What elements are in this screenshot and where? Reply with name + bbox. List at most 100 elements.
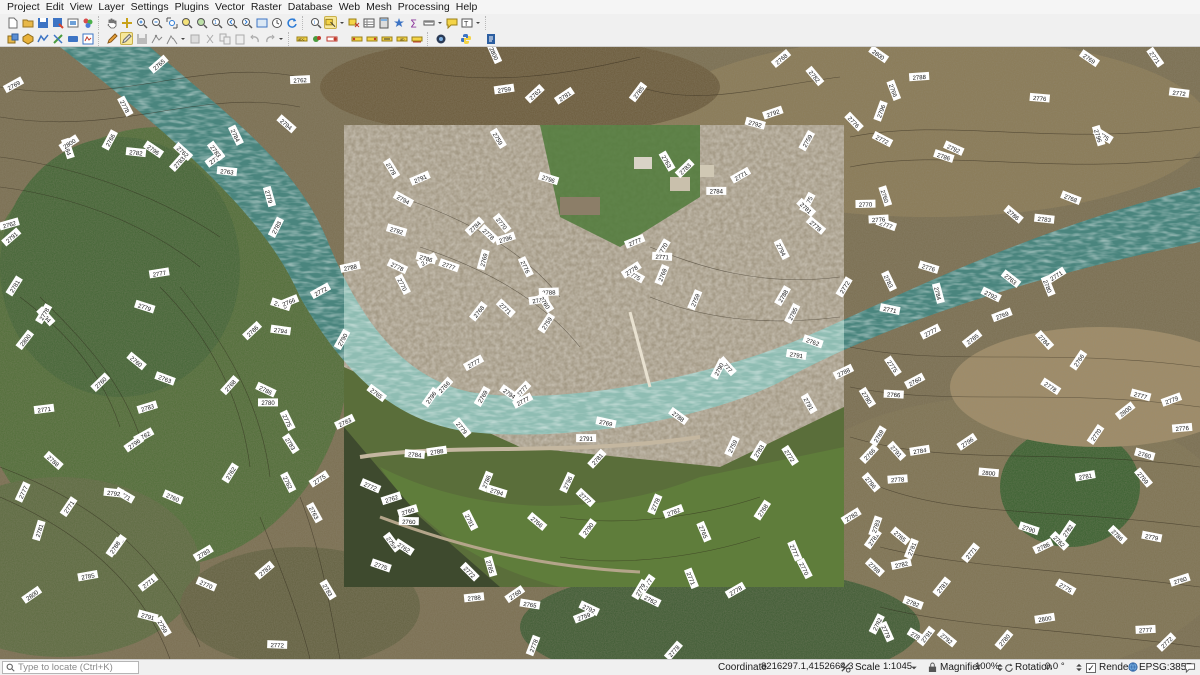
zoom-full-icon[interactable]	[165, 16, 178, 29]
label-show-icon[interactable]	[325, 32, 338, 45]
menu-mesh[interactable]: Mesh	[363, 0, 395, 14]
messages-icon[interactable]	[1184, 662, 1196, 675]
style-manager-icon[interactable]	[81, 16, 94, 29]
label-change-icon[interactable]	[380, 32, 393, 45]
delete-selected-icon[interactable]	[188, 32, 201, 45]
new-shapefile-icon[interactable]	[36, 32, 49, 45]
text-annotation-icon[interactable]: T	[460, 16, 473, 29]
menu-database[interactable]: Database	[285, 0, 336, 14]
zoom-selection-icon[interactable]	[180, 16, 193, 29]
add-point-icon[interactable]	[150, 32, 163, 45]
new-geopackage-icon[interactable]	[21, 32, 34, 45]
pan-to-selection-icon[interactable]	[120, 16, 133, 29]
contour-label: 2780	[258, 398, 278, 407]
locator-input[interactable]	[18, 662, 136, 673]
measure-icon[interactable]	[422, 16, 435, 29]
save-as-icon[interactable]	[51, 16, 64, 29]
label-highlight-icon[interactable]	[410, 32, 423, 45]
menu-help[interactable]: Help	[453, 0, 481, 14]
sum-icon[interactable]: Σ	[407, 16, 420, 29]
annotation-icon[interactable]	[445, 16, 458, 29]
undo-icon[interactable]	[248, 32, 261, 45]
cut-icon[interactable]	[203, 32, 216, 45]
statistics-icon[interactable]	[392, 16, 405, 29]
gps-icon[interactable]	[434, 32, 447, 45]
spinner-icon[interactable]	[997, 662, 1003, 675]
vertex-tool-icon[interactable]	[165, 32, 178, 45]
scale-lock-icon[interactable]	[840, 662, 851, 673]
chevron-down-icon[interactable]	[278, 32, 284, 45]
open-attribute-table-icon[interactable]	[362, 16, 375, 29]
contour-label-text: 2800	[982, 471, 996, 478]
select-feature-icon[interactable]	[324, 16, 337, 29]
crs-globe-icon[interactable]	[1128, 662, 1138, 675]
field-calculator-icon[interactable]	[377, 16, 390, 29]
temporal-icon[interactable]	[270, 16, 283, 29]
zoom-next-icon[interactable]	[240, 16, 253, 29]
new-temp-layer-icon[interactable]	[51, 32, 64, 45]
svg-text:T: T	[464, 21, 469, 28]
locator-bar[interactable]	[2, 661, 139, 674]
data-source-manager-icon[interactable]	[6, 32, 19, 45]
label-icon[interactable]: abc	[295, 32, 308, 45]
contour-label: 2771	[651, 251, 673, 261]
chevron-down-icon[interactable]	[437, 16, 443, 29]
menu-raster[interactable]: Raster	[248, 0, 285, 14]
label-move-icon[interactable]	[350, 32, 363, 45]
paste-icon[interactable]	[233, 32, 246, 45]
new-map-view-icon[interactable]	[255, 16, 268, 29]
rotation-spinbox[interactable]: 0.0 °	[1042, 661, 1076, 674]
menu-view[interactable]: View	[67, 0, 96, 14]
zoom-out-icon[interactable]	[150, 16, 163, 29]
redo-icon[interactable]	[263, 32, 276, 45]
identify-icon[interactable]: i	[309, 16, 322, 29]
python-icon[interactable]	[459, 32, 472, 45]
contour-label: 2784	[404, 449, 426, 459]
contour-label-text: 2784	[408, 452, 422, 459]
chevron-down-icon[interactable]	[180, 32, 186, 45]
menu-bar: Project Edit View Layer Settings Plugins…	[0, 0, 1200, 14]
menu-edit[interactable]: Edit	[43, 0, 67, 14]
toggle-editing-icon[interactable]	[120, 32, 133, 45]
contour-label: 2784	[706, 186, 727, 196]
menu-plugins[interactable]: Plugins	[172, 0, 212, 14]
menu-web[interactable]: Web	[336, 0, 363, 14]
zoom-native-icon[interactable]: 1	[210, 16, 223, 29]
new-project-icon[interactable]	[6, 16, 19, 29]
edit-pencil-icon[interactable]	[105, 32, 118, 45]
menu-layer[interactable]: Layer	[95, 0, 127, 14]
menu-settings[interactable]: Settings	[128, 0, 172, 14]
refresh-icon[interactable]	[285, 16, 298, 29]
label-pin-icon[interactable]	[310, 32, 323, 45]
chevron-down-icon[interactable]	[911, 662, 917, 675]
digitizing-toolbar	[105, 31, 289, 46]
orthophoto-tile	[344, 125, 844, 587]
deselect-icon[interactable]	[347, 16, 360, 29]
new-vector-layer-icon[interactable]	[81, 32, 94, 45]
render-checkbox[interactable]: ✓	[1086, 663, 1096, 673]
copy-icon[interactable]	[218, 32, 231, 45]
label-text-icon[interactable]: ab	[395, 32, 408, 45]
save-edits-icon[interactable]	[135, 32, 148, 45]
menu-project[interactable]: Project	[4, 0, 43, 14]
coordinate-value[interactable]: 8216297.1,4152664.3	[758, 661, 853, 674]
print-layout-icon[interactable]	[66, 16, 79, 29]
zoom-layer-icon[interactable]	[195, 16, 208, 29]
chevron-down-icon[interactable]	[475, 16, 481, 29]
notes-icon[interactable]	[484, 32, 497, 45]
lock-icon[interactable]	[928, 662, 937, 675]
chevron-down-icon[interactable]	[339, 16, 345, 29]
zoom-in-icon[interactable]	[135, 16, 148, 29]
open-project-icon[interactable]	[21, 16, 34, 29]
digitize-icon[interactable]	[66, 32, 79, 45]
menu-vector[interactable]: Vector	[212, 0, 248, 14]
map-canvas[interactable]: 2780 2771 2778 2771 2792 2766 2778 2791 2769 2784…	[0, 47, 1200, 659]
save-project-icon[interactable]	[36, 16, 49, 29]
label-rotate-icon[interactable]	[365, 32, 378, 45]
zoom-last-icon[interactable]	[225, 16, 238, 29]
pan-icon[interactable]	[105, 16, 118, 29]
spinner-icon[interactable]	[1076, 662, 1082, 675]
contour-label: 2800	[978, 467, 1000, 478]
toolbar-editing: abc ab	[0, 31, 1200, 47]
menu-processing[interactable]: Processing	[395, 0, 453, 14]
